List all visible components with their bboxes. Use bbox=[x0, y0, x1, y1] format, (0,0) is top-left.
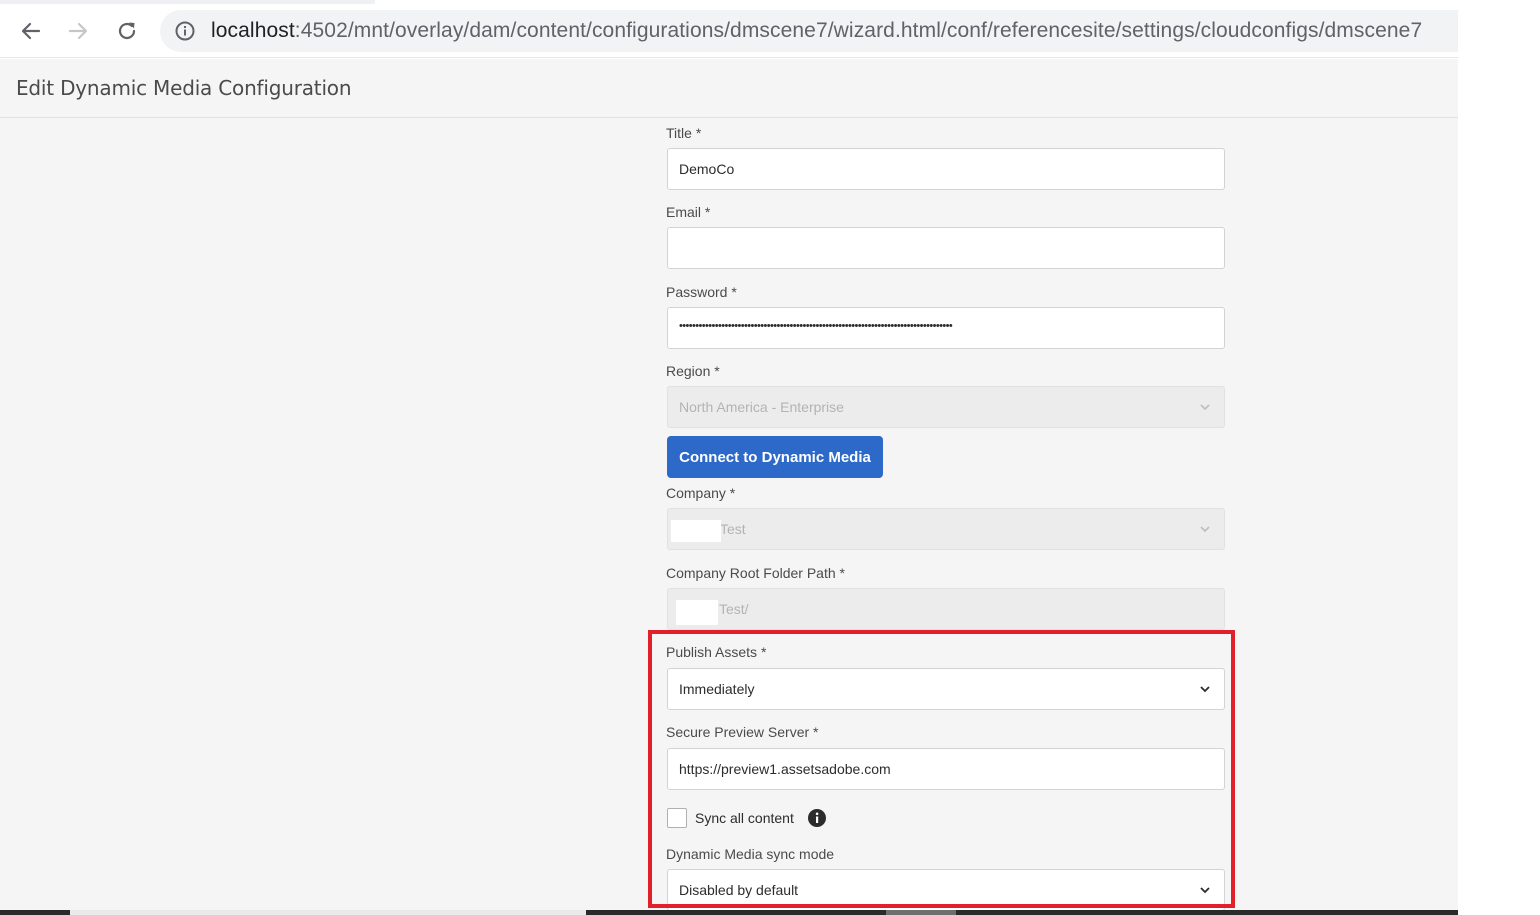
info-filled-icon[interactable] bbox=[807, 808, 827, 828]
arrow-left-icon bbox=[21, 22, 41, 40]
redaction-mask bbox=[671, 520, 721, 542]
redaction-mask bbox=[676, 600, 718, 625]
preview-server-value: https://preview1.assetsadobe.com bbox=[679, 761, 891, 777]
sync-all-checkbox[interactable] bbox=[667, 808, 687, 828]
region-value: North America - Enterprise bbox=[679, 399, 844, 415]
company-label: Company * bbox=[666, 485, 736, 501]
connect-button[interactable]: Connect to Dynamic Media bbox=[667, 436, 883, 478]
url-text[interactable]: localhost:4502/mnt/overlay/dam/content/c… bbox=[211, 18, 1422, 44]
arrow-right-icon bbox=[68, 22, 88, 40]
preview-server-field[interactable]: https://preview1.assetsadobe.com bbox=[667, 748, 1225, 790]
sync-all-label[interactable]: Sync all content bbox=[695, 810, 794, 826]
reload-icon bbox=[118, 22, 136, 40]
tab-strip-edge bbox=[0, 0, 375, 4]
password-field[interactable]: ••••••••••••••••••••••••••••••••••••••••… bbox=[667, 307, 1225, 349]
root-path-field: Test/ bbox=[667, 588, 1225, 630]
back-button[interactable] bbox=[14, 14, 48, 48]
address-bar[interactable]: localhost:4502/mnt/overlay/dam/content/c… bbox=[160, 10, 1458, 52]
publish-assets-value: Immediately bbox=[679, 681, 755, 697]
region-label: Region * bbox=[666, 363, 720, 379]
chevron-down-icon bbox=[1200, 686, 1210, 693]
preview-server-label: Secure Preview Server * bbox=[666, 724, 819, 740]
company-value: Test bbox=[720, 521, 746, 537]
browser-toolbar: localhost:4502/mnt/overlay/dam/content/c… bbox=[0, 0, 1458, 58]
scrollbar-thumb bbox=[886, 910, 956, 915]
page-title: Edit Dynamic Media Configuration bbox=[16, 76, 352, 100]
email-label: Email * bbox=[666, 204, 711, 220]
publish-assets-label: Publish Assets * bbox=[666, 644, 767, 660]
title-value: DemoCo bbox=[679, 161, 735, 177]
chevron-down-icon bbox=[1200, 887, 1210, 894]
url-path: :4502/mnt/overlay/dam/content/configurat… bbox=[294, 19, 1423, 42]
email-field[interactable] bbox=[667, 227, 1225, 269]
title-field[interactable]: DemoCo bbox=[667, 148, 1225, 190]
title-label: Title * bbox=[666, 125, 702, 141]
scrollbar-track bbox=[70, 910, 586, 915]
chevron-down-icon bbox=[1200, 404, 1210, 411]
company-select: Test bbox=[667, 508, 1225, 550]
reload-button[interactable] bbox=[110, 14, 144, 48]
password-label: Password * bbox=[666, 284, 737, 300]
url-host: localhost bbox=[211, 19, 295, 42]
password-value: ••••••••••••••••••••••••••••••••••••••••… bbox=[679, 320, 953, 332]
sync-mode-label: Dynamic Media sync mode bbox=[666, 846, 835, 862]
window-margin bbox=[1458, 0, 1540, 915]
forward-button[interactable] bbox=[61, 14, 95, 48]
info-circle-icon[interactable] bbox=[174, 20, 196, 42]
app-header: Edit Dynamic Media Configuration bbox=[0, 59, 1458, 118]
root-path-value: Test/ bbox=[719, 601, 749, 617]
sync-mode-value: Disabled by default bbox=[679, 882, 799, 898]
root-path-label: Company Root Folder Path * bbox=[666, 565, 845, 581]
publish-assets-select[interactable]: Immediately bbox=[667, 668, 1225, 710]
sync-mode-select[interactable]: Disabled by default bbox=[667, 869, 1225, 911]
region-select: North America - Enterprise bbox=[667, 386, 1225, 428]
chevron-down-icon bbox=[1200, 526, 1210, 533]
